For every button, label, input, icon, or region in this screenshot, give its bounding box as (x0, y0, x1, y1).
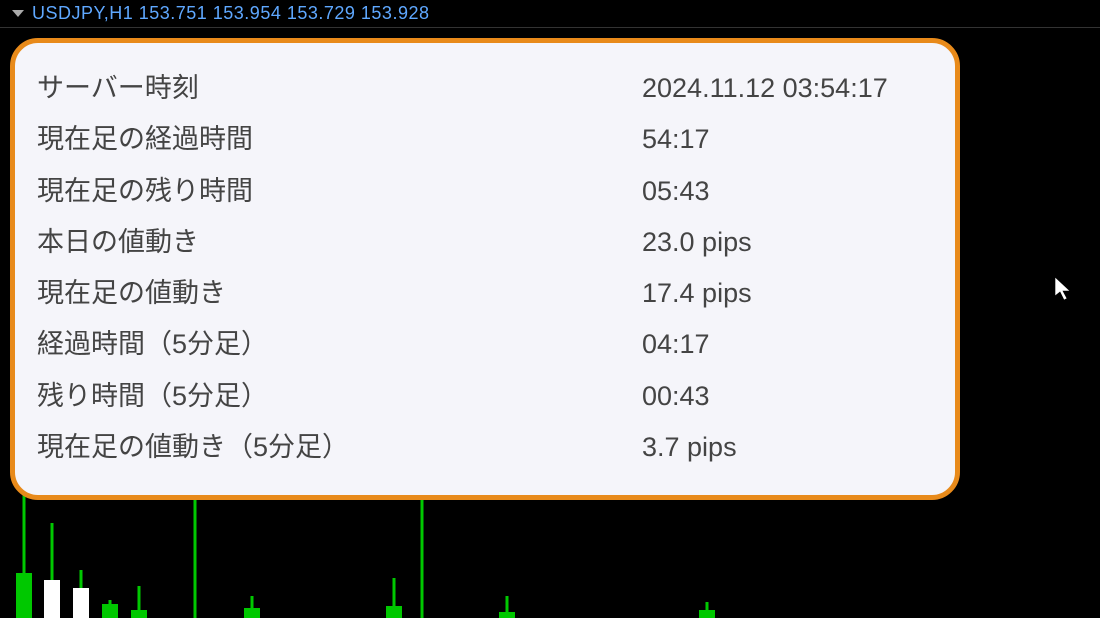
info-row-server-time: サーバー時刻 2024.11.12 03:54:17 (37, 63, 929, 114)
info-label: 現在足の経過時間 (37, 114, 642, 165)
info-value: 3.7 pips (642, 422, 929, 473)
info-label: 現在足の値動き（5分足） (37, 422, 642, 473)
info-value: 00:43 (642, 371, 929, 422)
chart-header: USDJPY,H1 153.751 153.954 153.729 153.92… (0, 0, 1100, 28)
info-value: 04:17 (642, 319, 929, 370)
info-label: 経過時間（5分足） (37, 319, 642, 370)
info-label: サーバー時刻 (37, 63, 642, 114)
info-row-current-bar-elapsed: 現在足の経過時間 54:17 (37, 114, 929, 165)
info-row-5min-elapsed: 経過時間（5分足） 04:17 (37, 319, 929, 370)
info-row-current-bar-movement: 現在足の値動き 17.4 pips (37, 268, 929, 319)
info-value: 23.0 pips (642, 217, 929, 268)
cursor-pointer-icon (1054, 276, 1076, 304)
info-label: 残り時間（5分足） (37, 371, 642, 422)
info-value: 2024.11.12 03:54:17 (642, 63, 929, 114)
info-value: 17.4 pips (642, 268, 929, 319)
info-label: 現在足の値動き (37, 268, 642, 319)
info-label: 本日の値動き (37, 217, 642, 268)
info-label: 現在足の残り時間 (37, 166, 642, 217)
chart-title: USDJPY,H1 153.751 153.954 153.729 153.92… (32, 3, 429, 24)
info-row-today-movement: 本日の値動き 23.0 pips (37, 217, 929, 268)
chart-menu-dropdown-icon[interactable] (12, 10, 24, 17)
info-row-current-bar-remaining: 現在足の残り時間 05:43 (37, 166, 929, 217)
info-row-5min-movement: 現在足の値動き（5分足） 3.7 pips (37, 422, 929, 473)
info-panel: サーバー時刻 2024.11.12 03:54:17 現在足の経過時間 54:1… (10, 38, 960, 500)
info-value: 54:17 (642, 114, 929, 165)
info-value: 05:43 (642, 166, 929, 217)
info-row-5min-remaining: 残り時間（5分足） 00:43 (37, 371, 929, 422)
